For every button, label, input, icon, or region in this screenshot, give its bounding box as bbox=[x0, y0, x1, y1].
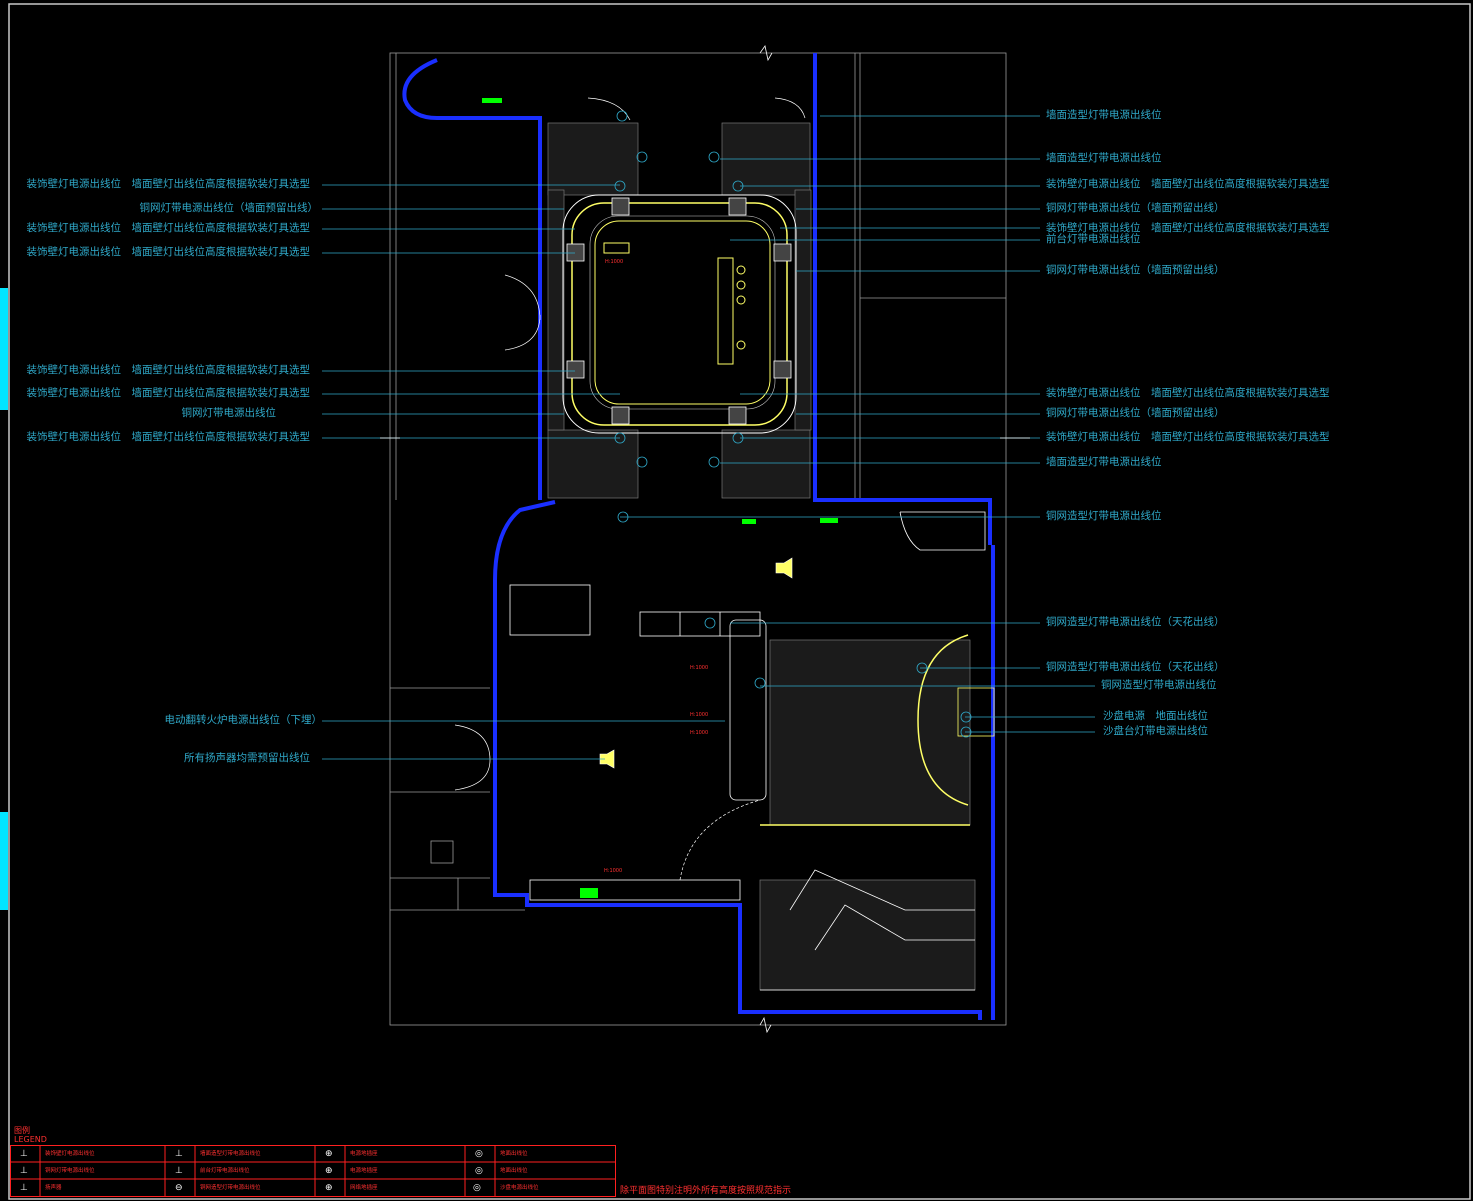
height-mark: H:1000 bbox=[690, 712, 709, 718]
legend-text: 电源地插座 bbox=[350, 1151, 378, 1157]
label-right: 前台灯带电源出线位 bbox=[1046, 233, 1141, 245]
legend-title-cn: 图例 bbox=[14, 1126, 30, 1135]
label-left: 铜网灯带电源出线位（墙面预留出线） bbox=[139, 202, 319, 214]
legend-text: 前台灯带电源出线位 bbox=[200, 1168, 250, 1174]
label-right: 铜网灯带电源出线位（墙面预留出线） bbox=[1046, 407, 1225, 419]
label-right: 铜网造型灯带电源出线位（天花出线） bbox=[1046, 616, 1225, 628]
legend-text: 网络地插座 bbox=[350, 1185, 378, 1191]
legend-text: 沙盘电源出线位 bbox=[500, 1185, 539, 1191]
ceiling-lamp-icon: ⊥ bbox=[175, 1149, 183, 1159]
label-right: 墙面造型灯带电源出线位 bbox=[1046, 456, 1162, 468]
outlet-icon: ◎ bbox=[475, 1149, 483, 1159]
ceiling-lamp-icon: ⊥ bbox=[175, 1166, 183, 1176]
label-right: 沙盘电源 地面出线位 bbox=[1103, 710, 1208, 722]
legend-text: 铜网造型灯带电源出线位 bbox=[200, 1185, 261, 1191]
legend-title-en: LEGEND bbox=[14, 1135, 47, 1144]
legend-text: 地面出线位 bbox=[500, 1168, 528, 1174]
label-left: 电动翻转火炉电源出线位（下埋） bbox=[164, 714, 323, 726]
height-mark: H:1000 bbox=[605, 259, 624, 265]
leader-lines-left bbox=[322, 184, 725, 760]
label-left: 装饰壁灯电源出线位 墙面壁灯出线位高度根据软装灯具选型 bbox=[26, 246, 311, 258]
wall-lamp-icon: ⊥ bbox=[20, 1183, 28, 1193]
legend-text: 铜网灯带电源出线位 bbox=[45, 1168, 95, 1174]
label-left: 装饰壁灯电源出线位 墙面壁灯出线位高度根据软装灯具选型 bbox=[26, 431, 311, 443]
legend-note: 除平面图特别注明外所有高度按照规范指示 bbox=[620, 1186, 792, 1196]
side-tab-lower bbox=[0, 812, 8, 910]
label-left: 所有扬声器均需预留出线位 bbox=[184, 752, 310, 764]
wall-lamps bbox=[566, 197, 792, 425]
height-mark: H:1000 bbox=[690, 730, 709, 736]
legend-text: 地面出线位 bbox=[500, 1151, 528, 1157]
label-right: 沙盘台灯带电源出线位 bbox=[1103, 725, 1208, 737]
wall-lamp-icon: ⊥ bbox=[20, 1166, 28, 1176]
legend-table: ⊥ ⊥ ⊥ ⊥ ⊥ ⊖ ⊕ ⊕ ⊕ ◎ ◎ ◎ 装饰壁灯电源出线位 墙面造型灯带… bbox=[10, 1145, 616, 1197]
outlet-icon: ◎ bbox=[475, 1166, 483, 1176]
label-right: 铜网造型灯带电源出线位 bbox=[1101, 679, 1217, 691]
speakers bbox=[599, 557, 793, 769]
walls bbox=[402, 53, 995, 1020]
legend-title: 图例 LEGEND bbox=[14, 1126, 47, 1144]
label-right: 铜网灯带电源出线位（墙面预留出线） bbox=[1046, 202, 1225, 214]
wall-lamp-icon: ⊥ bbox=[20, 1149, 28, 1159]
outlet-icon: ◎ bbox=[473, 1183, 481, 1193]
leader-lines-right bbox=[620, 115, 1095, 733]
label-right: 铜网造型灯带电源出线位 bbox=[1046, 510, 1162, 522]
side-tab-upper bbox=[0, 288, 8, 410]
label-left: 装饰壁灯电源出线位 墙面壁灯出线位高度根据软装灯具选型 bbox=[26, 222, 311, 234]
floor-socket-icon: ⊕ bbox=[325, 1149, 333, 1159]
lobby-ceiling bbox=[562, 194, 797, 434]
label-right: 装饰壁灯电源出线位 墙面壁灯出线位高度根据软装灯具选型 bbox=[1046, 387, 1330, 399]
height-mark: H:1000 bbox=[690, 665, 709, 671]
label-right: 装饰壁灯电源出线位 墙面壁灯出线位高度根据软装灯具选型 bbox=[1046, 431, 1330, 443]
reception-desk bbox=[603, 242, 746, 365]
label-right: 墙面造型灯带电源出线位 bbox=[1046, 152, 1162, 164]
legend-text: 墙面造型灯带电源出线位 bbox=[200, 1151, 261, 1157]
label-left: 装饰壁灯电源出线位 墙面壁灯出线位高度根据软装灯具选型 bbox=[26, 178, 311, 190]
speaker-icon: ⊖ bbox=[175, 1183, 183, 1193]
network-socket-icon: ⊕ bbox=[325, 1183, 333, 1193]
floor-socket-icon: ⊕ bbox=[325, 1166, 333, 1176]
label-right: 铜网灯带电源出线位（墙面预留出线） bbox=[1046, 264, 1225, 276]
label-left: 装饰壁灯电源出线位 墙面壁灯出线位高度根据软装灯具选型 bbox=[26, 387, 311, 399]
label-right: 墙面造型灯带电源出线位 bbox=[1046, 109, 1162, 121]
label-left: 铜网灯带电源出线位 bbox=[181, 407, 277, 419]
label-right: 铜网造型灯带电源出线位（天花出线） bbox=[1046, 661, 1225, 673]
label-left: 装饰壁灯电源出线位 墙面壁灯出线位高度根据软装灯具选型 bbox=[26, 364, 311, 376]
height-mark: H:1000 bbox=[604, 868, 623, 874]
legend-text: 电源地插座 bbox=[350, 1168, 378, 1174]
site-boundary bbox=[389, 52, 1007, 1026]
legend-text: 装饰壁灯电源出线位 bbox=[45, 1151, 95, 1157]
label-right: 装饰壁灯电源出线位 墙面壁灯出线位高度根据软装灯具选型 bbox=[1046, 178, 1330, 190]
legend-text: 扬声器 bbox=[45, 1185, 62, 1191]
